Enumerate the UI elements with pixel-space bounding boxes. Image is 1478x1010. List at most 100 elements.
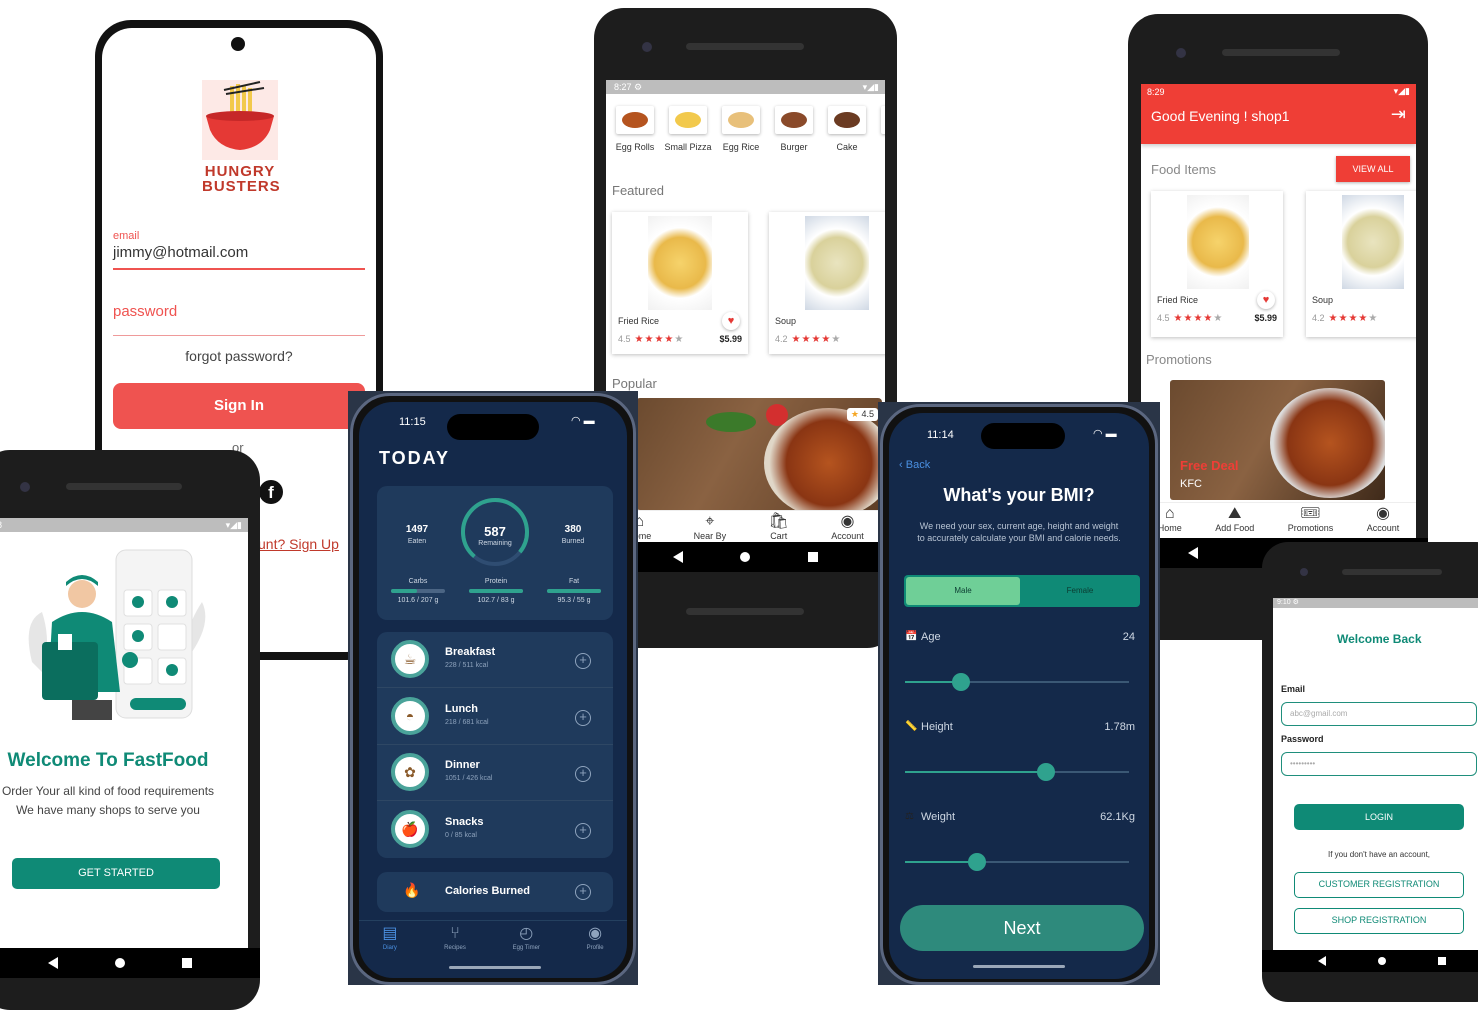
male-option[interactable]: Male — [906, 577, 1020, 605]
meal-row-snacks[interactable]: 🍎 Snacks 0 / 85 kcal + — [377, 802, 613, 858]
tab-recipes[interactable]: ⑂ Recipes — [444, 921, 466, 962]
macro-value: 102.7 / 83 g — [477, 597, 515, 604]
login-button[interactable]: LOGIN — [1294, 804, 1464, 830]
customer-registration-button[interactable]: CUSTOMER REGISTRATION — [1294, 872, 1464, 898]
meal-row-breakfast[interactable]: ☕ Breakfast 228 / 511 kcal + — [377, 632, 613, 688]
star-rating-icon: ★★★★★ — [634, 334, 685, 345]
food-card[interactable]: Fried Rice ♥ 4.5 ★★★★★ $5.99 — [1151, 191, 1283, 337]
get-started-button[interactable]: GET STARTED — [12, 858, 220, 889]
back-nav-icon[interactable] — [48, 957, 59, 969]
female-option[interactable]: Female — [1022, 577, 1138, 605]
calories-burned-label: Calories Burned — [445, 885, 530, 897]
food-card[interactable]: Fried Rice ♥ 4.5 ★★★★★ $5.99 — [612, 212, 748, 354]
macro-progress-bar — [547, 589, 601, 593]
item-name: Fried Rice — [618, 316, 660, 326]
back-nav-icon[interactable] — [672, 551, 683, 563]
logout-icon[interactable]: ⇥ — [1391, 104, 1406, 125]
no-account-text: If you don't have an account, — [1327, 850, 1431, 859]
view-all-button[interactable]: VIEW ALL — [1336, 156, 1410, 182]
food-card[interactable]: Soup4.2★★★★★$ — [769, 212, 885, 354]
slider-knob[interactable] — [967, 853, 986, 871]
meal-list: ☕ Breakfast 228 / 511 kcal + ◓ Lunch 218 / 681… — [377, 632, 613, 858]
category-item[interactable]: Egg Rolls — [610, 106, 660, 162]
status-time: 9:10 — [1277, 599, 1291, 606]
calories-burned-row[interactable]: 🔥 Calories Burned + — [377, 872, 613, 912]
category-label: Egg Rice — [722, 142, 760, 152]
ruler-icon: 📏 — [905, 721, 918, 732]
food-thumbnail — [622, 112, 648, 128]
sign-up-link[interactable]: unt? Sign Up — [258, 536, 339, 552]
add-meal-icon[interactable]: + — [575, 766, 591, 782]
email-input[interactable]: abc@gmail.com — [1281, 702, 1477, 726]
welcome-phone: 08 ▾◢▮ — [0, 450, 260, 1010]
nav-item-cart[interactable]: 🛍 Cart — [769, 511, 789, 542]
popular-banner[interactable]: ★ 4.5 — [636, 398, 882, 510]
meal-row-dinner[interactable]: ✿ Dinner 1051 / 426 kcal + — [377, 745, 613, 801]
home-nav-icon[interactable] — [1378, 957, 1386, 965]
category-label: Small Pizza — [664, 142, 712, 152]
category-item[interactable]: Small Pizza — [663, 106, 713, 162]
home-nav-icon[interactable] — [114, 958, 125, 968]
slider-fill — [905, 861, 977, 863]
rating-value: 4.2 — [1312, 313, 1325, 323]
recents-nav-icon[interactable] — [1438, 957, 1446, 965]
nav-item-add-food[interactable]: ⛰ Add Food — [1215, 503, 1254, 538]
forgot-password-link[interactable]: forgot password? — [102, 348, 376, 364]
slider-knob[interactable] — [952, 673, 970, 691]
slider-track[interactable] — [905, 673, 1129, 691]
tab-profile[interactable]: ◉ Profile — [587, 921, 604, 962]
home-nav-icon[interactable] — [740, 552, 751, 562]
add-meal-icon[interactable]: + — [575, 653, 591, 669]
status-time: 8:29 — [1147, 87, 1165, 97]
sign-in-button[interactable]: Sign In — [113, 383, 365, 429]
meal-name: Snacks — [445, 815, 484, 828]
email-field[interactable]: jimmy@hotmail.com — [113, 244, 248, 261]
nav-item-account[interactable]: ◉ Account — [831, 511, 864, 542]
category-item[interactable]: Burger — [769, 106, 819, 162]
category-item[interactable]: Cake — [822, 106, 872, 162]
recents-nav-icon[interactable] — [181, 958, 192, 968]
calendar-icon: 📅 — [905, 631, 918, 642]
back-button[interactable]: ‹ Back — [899, 459, 930, 471]
popular-heading: Popular — [612, 376, 657, 391]
slider-track[interactable] — [905, 853, 1129, 871]
back-nav-icon[interactable] — [1318, 956, 1326, 966]
favorite-heart-icon[interactable]: ♥ — [1257, 291, 1275, 309]
tab-egg-timer[interactable]: ◴ Egg Timer — [513, 921, 540, 962]
apple-icon: 🍎 — [391, 809, 429, 848]
add-food-icon: ⛰ — [1228, 505, 1242, 522]
tab-diary[interactable]: ▤ Diary — [382, 921, 397, 962]
food-card[interactable]: Soup4.2★★★★★$ — [1306, 191, 1416, 337]
promo-deal-title: Free Deal — [1180, 458, 1239, 473]
slider-knob[interactable] — [1037, 763, 1056, 781]
category-item[interactable]: Egg Rice — [716, 106, 766, 162]
category-label: Burger — [780, 142, 808, 152]
add-burned-icon[interactable]: + — [575, 884, 591, 900]
meal-row-lunch[interactable]: ◓ Lunch 218 / 681 kcal + — [377, 689, 613, 745]
front-camera — [1176, 48, 1186, 58]
category-item[interactable]: Cu — [875, 106, 885, 162]
account-icon: ◉ — [1376, 505, 1390, 522]
nav-item-home[interactable]: ⌂ Home — [1158, 503, 1182, 538]
status-icons: ◠ ▬ — [571, 415, 595, 427]
shop-registration-button[interactable]: SHOP REGISTRATION — [1294, 908, 1464, 934]
nav-item-promotions[interactable]: 🎟 Promotions — [1288, 503, 1334, 538]
add-meal-icon[interactable]: + — [575, 709, 591, 726]
favorite-heart-icon[interactable]: ♥ — [722, 312, 740, 330]
item-name: Soup — [775, 316, 797, 326]
diary-icon: ▤ — [382, 925, 398, 942]
home-indicator — [973, 965, 1065, 968]
nav-item-near-by[interactable]: ⌖ Near By — [694, 511, 727, 542]
recipes-icon: ⑂ — [450, 925, 460, 942]
slider-track[interactable] — [905, 763, 1129, 781]
promotion-banner[interactable]: Free Deal KFC — [1170, 380, 1385, 500]
facebook-icon[interactable]: f — [259, 480, 283, 504]
add-meal-icon[interactable]: + — [575, 822, 591, 839]
nav-item-account[interactable]: ◉ Account — [1367, 503, 1400, 538]
back-nav-icon[interactable] — [1188, 547, 1198, 559]
greeting-title: Good Evening ! shop1 — [1151, 108, 1290, 124]
password-input[interactable]: ••••••••• — [1281, 752, 1477, 776]
recents-nav-icon[interactable] — [808, 552, 819, 562]
next-button[interactable]: Next — [900, 905, 1144, 951]
password-field[interactable]: password — [113, 303, 177, 320]
